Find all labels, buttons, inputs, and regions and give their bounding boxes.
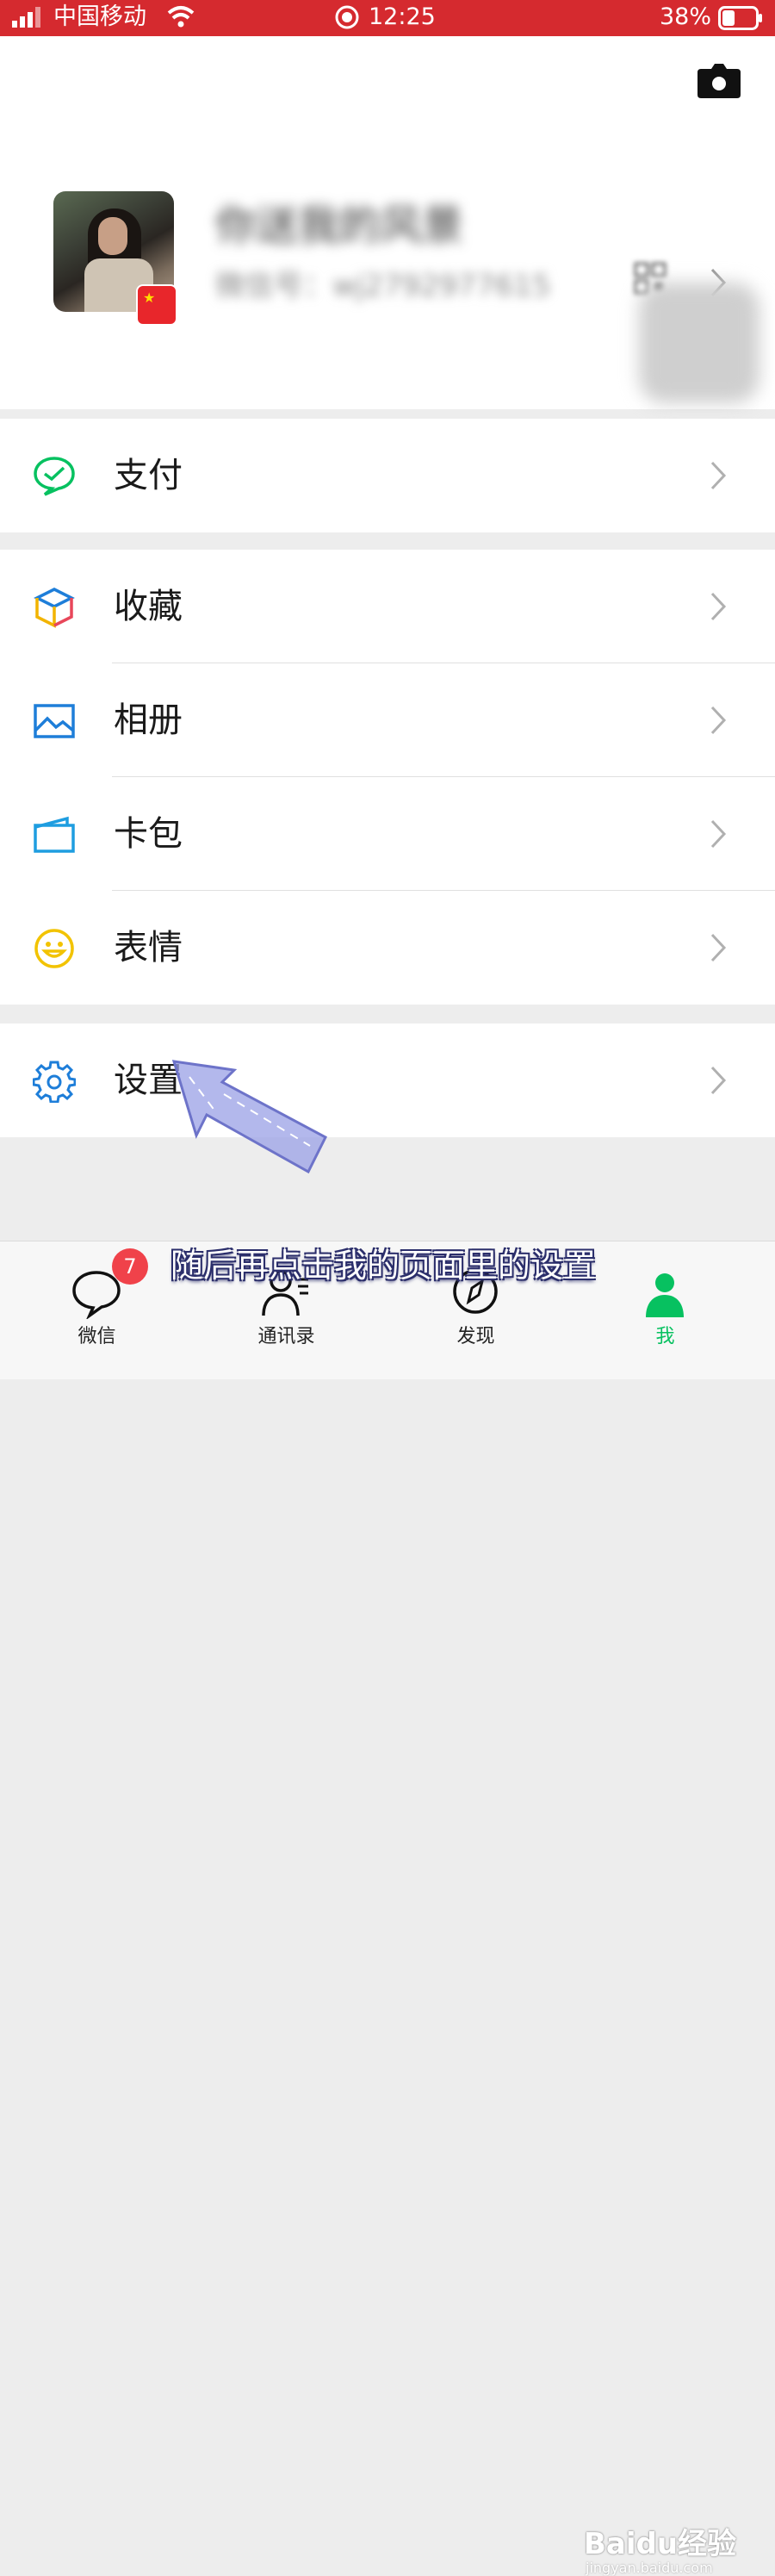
tab-label-contacts: 通讯录 bbox=[257, 1326, 315, 1347]
profile-wechat-id: 微信号：wj2792977615 bbox=[215, 269, 551, 303]
card-icon bbox=[34, 816, 75, 853]
menu-item-pay[interactable]: 支付 bbox=[0, 419, 775, 532]
chevron-right-icon bbox=[710, 592, 727, 621]
chevron-right-icon bbox=[710, 706, 727, 735]
screen-record-icon bbox=[335, 5, 359, 29]
menu-label-cards: 卡包 bbox=[114, 814, 183, 854]
camera-icon[interactable] bbox=[698, 64, 741, 98]
clock: 12:25 bbox=[369, 3, 436, 30]
profile-header[interactable]: 你送我的风景 微信号：wj2792977615 bbox=[0, 36, 775, 409]
menu-label-pay: 支付 bbox=[114, 456, 183, 495]
menu-group-pay: 支付 bbox=[0, 419, 775, 532]
profile-nickname: 你送我的风景 bbox=[215, 202, 464, 250]
blurred-overlay bbox=[639, 283, 760, 403]
watermark-url: jingyan.baidu.com bbox=[586, 2560, 713, 2576]
watermark-brand: Baidu经验 bbox=[584, 2527, 737, 2561]
chevron-right-icon bbox=[710, 933, 727, 962]
smiley-icon bbox=[34, 929, 74, 968]
pointer-arrow-icon bbox=[171, 1060, 327, 1174]
signal-icon bbox=[12, 7, 40, 28]
battery-percent: 38% bbox=[660, 3, 712, 30]
tab-label-me: 我 bbox=[655, 1326, 675, 1347]
cube-icon bbox=[34, 588, 75, 628]
person-icon bbox=[646, 1273, 684, 1317]
tab-label-discover: 发现 bbox=[456, 1326, 495, 1347]
menu-label-stickers: 表情 bbox=[114, 928, 183, 968]
avatar-face bbox=[98, 217, 127, 255]
flag-badge-icon bbox=[136, 284, 177, 326]
chevron-right-icon bbox=[710, 819, 727, 849]
tab-chats[interactable]: 7 微信 bbox=[0, 1241, 194, 1379]
menu-item-album[interactable]: 相册 bbox=[0, 663, 775, 777]
chevron-right-icon bbox=[710, 1066, 727, 1095]
gear-icon bbox=[33, 1061, 76, 1103]
tab-label-chats: 微信 bbox=[78, 1326, 116, 1347]
status-bar: 中国移动 12:25 38% bbox=[0, 0, 775, 36]
menu-label-album: 相册 bbox=[114, 700, 183, 740]
unread-badge: 7 bbox=[112, 1248, 148, 1285]
battery-icon bbox=[718, 6, 762, 30]
menu-group-settings: 设置 bbox=[0, 1024, 775, 1137]
menu-item-cards[interactable]: 卡包 bbox=[0, 777, 775, 891]
image-icon bbox=[34, 704, 75, 738]
tab-me[interactable]: 我 bbox=[568, 1241, 762, 1379]
wifi-icon bbox=[167, 6, 195, 28]
menu-label-favorites: 收藏 bbox=[114, 587, 183, 626]
menu-group-main: 收藏 相册 卡包 表情 bbox=[0, 550, 775, 1005]
chevron-right-icon bbox=[710, 461, 727, 490]
carrier-name: 中国移动 bbox=[53, 3, 146, 30]
menu-item-settings[interactable]: 设置 bbox=[0, 1024, 775, 1137]
subtitle-caption: 随后再点击我的页面里的设置 bbox=[170, 1247, 597, 1285]
menu-item-stickers[interactable]: 表情 bbox=[0, 891, 775, 1005]
wechat-pay-icon bbox=[34, 457, 75, 496]
menu-item-favorites[interactable]: 收藏 bbox=[0, 550, 775, 663]
